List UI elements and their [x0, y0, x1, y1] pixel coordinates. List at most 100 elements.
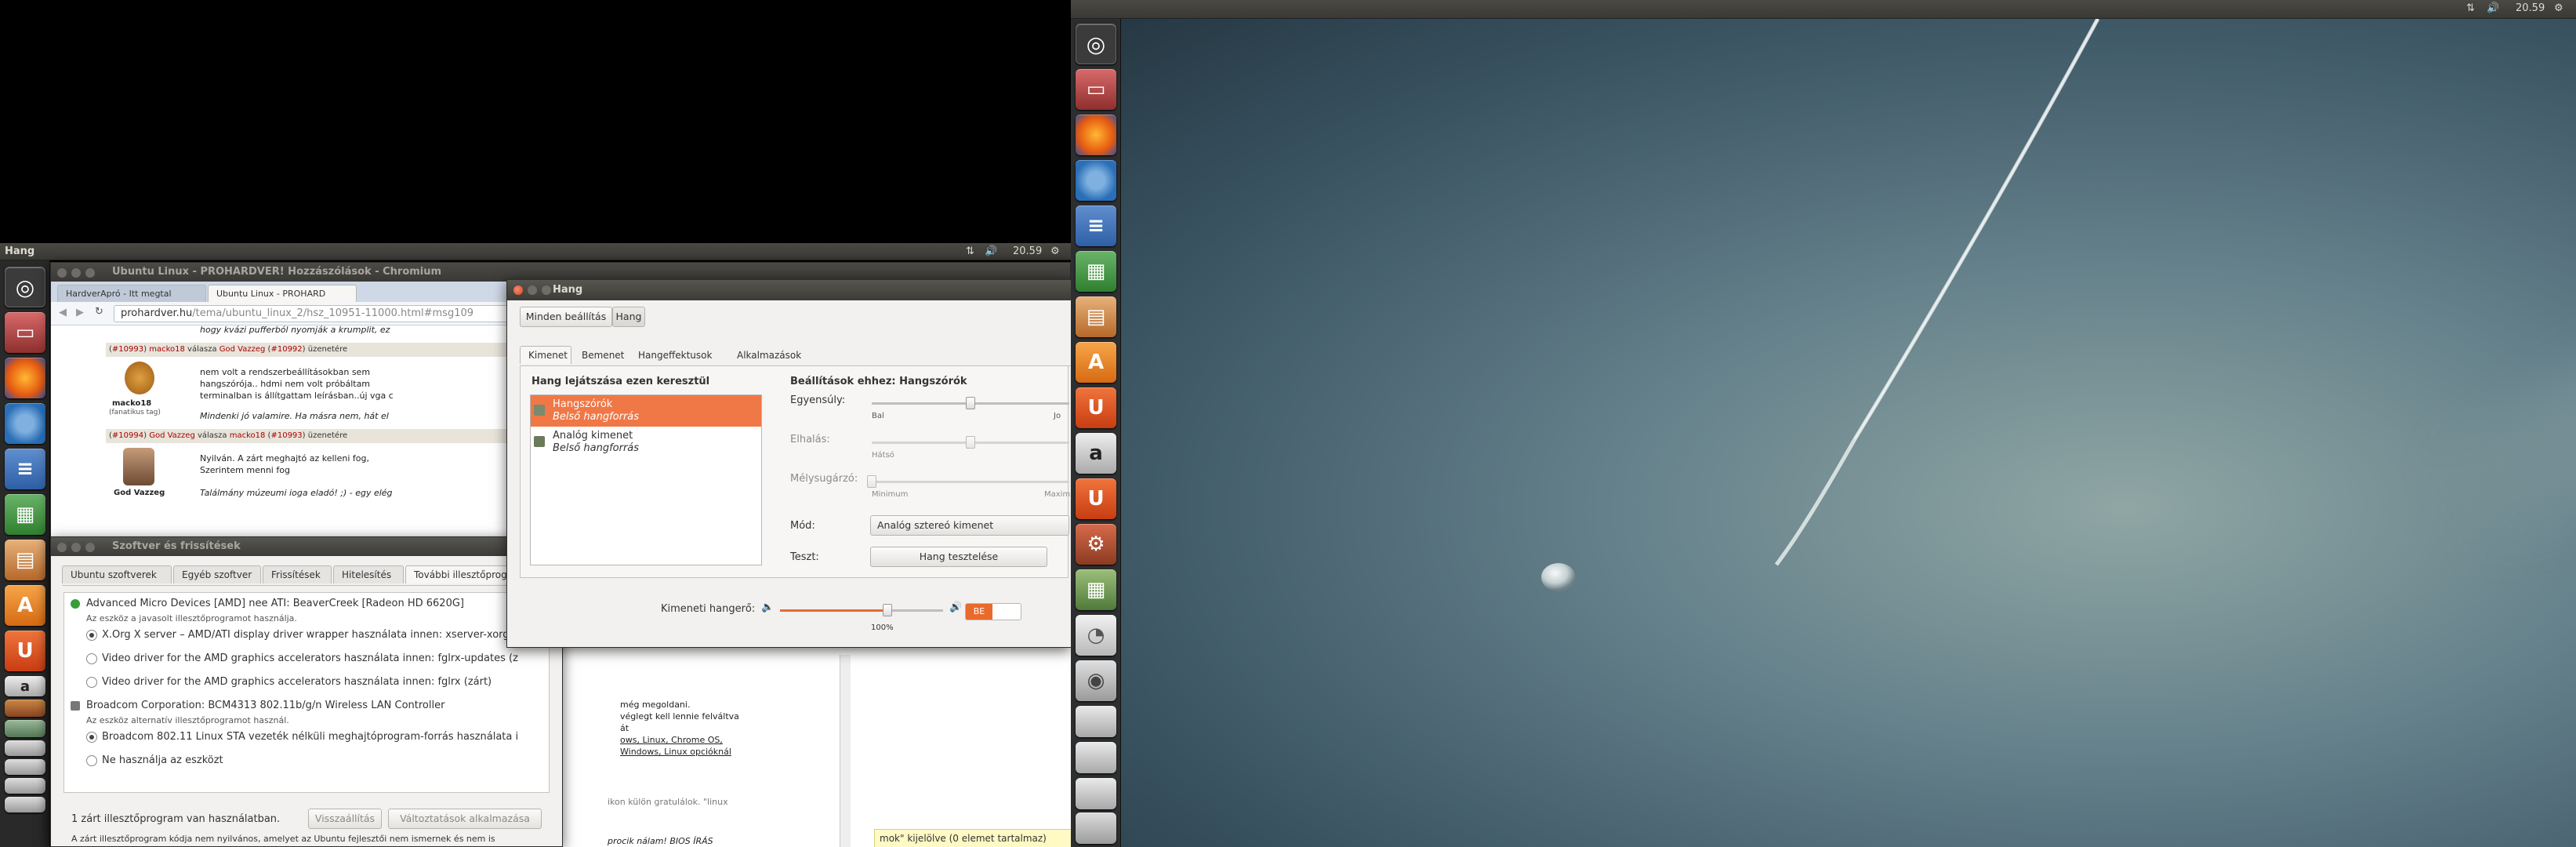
driver-option-label[interactable]: Video driver for the AMD graphics accele…: [102, 676, 492, 688]
tab-hardverapro[interactable]: HardverApró - Itt megtal: [57, 285, 206, 302]
volume-slider-knob[interactable]: [883, 604, 892, 616]
tab-output[interactable]: Kimenet: [520, 346, 571, 364]
driver-option-radio[interactable]: [86, 755, 97, 766]
system-settings-icon[interactable]: ⚙: [1076, 524, 1116, 565]
to-num-link[interactable]: #10992: [270, 345, 302, 354]
workspace-switcher-icon[interactable]: [5, 720, 45, 737]
balance-slider-knob[interactable]: [966, 397, 975, 409]
impress-icon[interactable]: ▤: [5, 540, 45, 580]
volume-icon[interactable]: 🔊: [985, 245, 997, 257]
tab-ubuntu-software[interactable]: Ubuntu szoftverek: [62, 565, 172, 583]
drive-icon[interactable]: [1076, 706, 1116, 737]
driver-option-radio[interactable]: [86, 630, 97, 641]
driver-option-radio[interactable]: [86, 653, 97, 664]
balance-slider[interactable]: [872, 397, 1069, 409]
post-number-link[interactable]: #10993: [112, 345, 143, 354]
volume-icon[interactable]: 🔊: [2487, 2, 2499, 14]
tab-applications[interactable]: Alkalmazások: [728, 346, 815, 364]
firefox-icon[interactable]: [1076, 115, 1116, 155]
breadcrumb-sound[interactable]: Hang: [612, 307, 645, 327]
camera-icon[interactable]: ◉: [1076, 660, 1116, 701]
scrollbar[interactable]: [840, 655, 851, 847]
chromium-icon[interactable]: [5, 403, 45, 444]
post-username[interactable]: God Vazzeg: [114, 487, 165, 499]
mute-switch[interactable]: BE: [965, 603, 1021, 620]
tab-authentication[interactable]: Hitelesítés: [333, 565, 404, 583]
system-settings-icon[interactable]: [5, 700, 45, 717]
firefox-icon[interactable]: [5, 358, 45, 398]
driver-option-label[interactable]: Video driver for the AMD graphics accele…: [102, 653, 518, 664]
maximize-icon[interactable]: [542, 285, 551, 295]
impress-icon[interactable]: ▤: [1076, 296, 1116, 337]
reload-icon[interactable]: ↻: [95, 306, 103, 318]
writer-icon[interactable]: ≡: [1076, 205, 1116, 246]
tab-input[interactable]: Bemenet: [573, 346, 629, 364]
apply-changes-button[interactable]: Változtatások alkalmazása: [388, 809, 542, 829]
chromium-icon[interactable]: [1076, 160, 1116, 201]
tab-updates[interactable]: Frissítések: [263, 565, 332, 583]
close-icon[interactable]: [57, 268, 67, 278]
fade-slider[interactable]: [872, 436, 1069, 449]
calc-icon[interactable]: ▦: [1076, 251, 1116, 292]
minimize-icon[interactable]: [528, 285, 537, 295]
maximize-icon[interactable]: [85, 268, 95, 278]
panel-clock[interactable]: 20.59: [2516, 2, 2545, 14]
mode-select[interactable]: Analóg sztereó kimenet: [870, 515, 1069, 536]
software-center-icon[interactable]: A: [1076, 342, 1116, 383]
drive-icon[interactable]: [5, 778, 45, 794]
panel-clock[interactable]: 20.59: [1013, 245, 1042, 257]
files-icon[interactable]: ▭: [5, 312, 45, 353]
drive-icon[interactable]: [5, 759, 45, 775]
workspace-switcher-icon[interactable]: ▦: [1076, 569, 1116, 610]
minimize-icon[interactable]: [71, 543, 81, 552]
network-icon[interactable]: ⇅: [966, 245, 974, 257]
software-center-icon[interactable]: A: [5, 585, 45, 626]
ubuntu-one-music-icon[interactable]: U: [1076, 478, 1116, 519]
author-link[interactable]: God Vazzeg: [149, 431, 195, 440]
post-number-link[interactable]: #10994: [112, 431, 143, 440]
to-link[interactable]: God Vazzeg: [220, 345, 266, 354]
amazon-icon[interactable]: a: [1076, 433, 1116, 474]
driver-option-radio[interactable]: [86, 732, 97, 743]
back-icon[interactable]: ◀: [59, 307, 67, 318]
trash-icon[interactable]: [1076, 812, 1116, 844]
maximize-icon[interactable]: [85, 543, 95, 552]
close-icon[interactable]: [513, 285, 523, 295]
drive-icon[interactable]: [5, 740, 45, 756]
list-item[interactable]: Hangszórók Belső hangforrás: [531, 395, 761, 427]
files-icon[interactable]: ▭: [1076, 69, 1116, 110]
subwoofer-slider-knob[interactable]: [867, 475, 876, 488]
gear-icon[interactable]: ⚙: [2554, 2, 2563, 14]
ubuntu-one-icon[interactable]: U: [1076, 387, 1116, 428]
calc-icon[interactable]: ▦: [5, 494, 45, 535]
revert-button[interactable]: Visszaállítás: [308, 809, 382, 829]
tab-other-software[interactable]: Egyéb szoftver: [173, 565, 261, 583]
disk-icon[interactable]: ◔: [1076, 615, 1116, 656]
driver-option-radio[interactable]: [86, 677, 97, 688]
writer-icon[interactable]: ≡: [5, 449, 45, 489]
list-item[interactable]: Analóg kimenet Belső hangforrás: [531, 427, 761, 458]
minimize-icon[interactable]: [71, 268, 81, 278]
close-icon[interactable]: [57, 543, 67, 552]
driver-option-label[interactable]: X.Org X server – AMD/ATI display driver …: [102, 629, 519, 641]
test-sound-button[interactable]: Hang tesztelése: [870, 547, 1047, 567]
drive-icon[interactable]: [1076, 742, 1116, 773]
tab-sound-effects[interactable]: Hangeffektusok: [629, 346, 727, 364]
all-settings-button[interactable]: Minden beállítás: [520, 307, 612, 327]
to-link[interactable]: macko18: [230, 431, 266, 440]
amazon-icon[interactable]: a: [5, 676, 45, 696]
driver-option-label[interactable]: Ne használja az eszközt: [102, 754, 223, 766]
ubuntu-dash-icon[interactable]: ◎: [1076, 24, 1116, 64]
gear-icon[interactable]: ⚙: [1050, 245, 1060, 257]
subwoofer-slider[interactable]: [867, 475, 1069, 488]
fade-slider-knob[interactable]: [966, 436, 975, 449]
output-volume-slider[interactable]: [780, 604, 943, 616]
drive-icon[interactable]: [1076, 778, 1116, 809]
to-num-link[interactable]: #10993: [270, 431, 302, 440]
trash-icon[interactable]: [5, 797, 45, 812]
driver-option-label[interactable]: Broadcom 802.11 Linux STA vezeték nélkül…: [102, 731, 518, 743]
author-link[interactable]: macko18: [149, 345, 185, 354]
ubuntu-one-icon[interactable]: U: [5, 631, 45, 671]
tab-ubuntu-linux[interactable]: Ubuntu Linux - PROHARD: [208, 285, 357, 302]
network-icon[interactable]: ⇅: [2466, 2, 2475, 14]
